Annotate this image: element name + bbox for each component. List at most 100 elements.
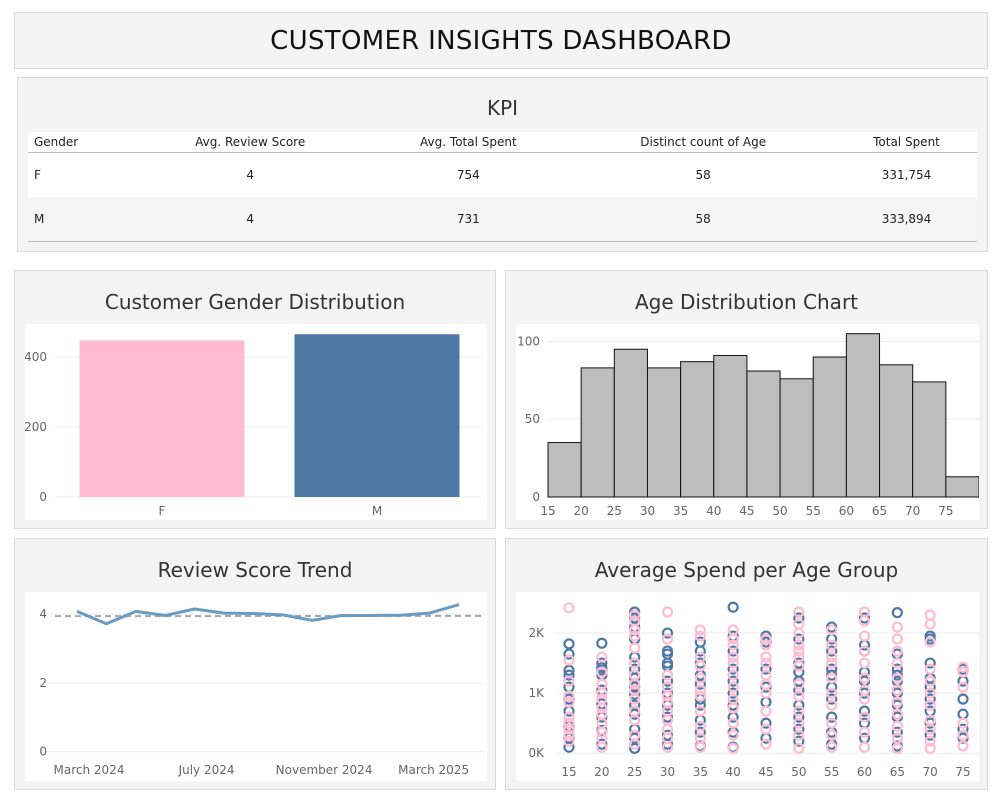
histogram-bar xyxy=(646,367,682,498)
histogram-bar xyxy=(945,476,979,498)
scatter-point xyxy=(924,723,936,735)
scatter-point xyxy=(957,708,969,720)
scatter-point xyxy=(891,633,903,645)
x-tick-label: 60 xyxy=(839,504,854,518)
kpi-cell: 4 xyxy=(134,197,367,242)
scatter-point xyxy=(924,618,936,630)
scatter-point xyxy=(924,699,936,711)
kpi-title: KPI xyxy=(486,96,519,120)
x-tick-label: M xyxy=(372,504,382,518)
scatter-point xyxy=(563,638,575,650)
y-tick-label: 2K xyxy=(528,626,545,640)
x-tick-label: 60 xyxy=(857,765,872,779)
y-tick-label: 2 xyxy=(39,676,47,690)
scatter-point xyxy=(596,637,608,649)
scatter-point xyxy=(661,606,674,618)
dashboard-title-bar: CUSTOMER INSIGHTS DASHBOARD xyxy=(14,12,988,69)
scatter-point xyxy=(694,705,706,717)
histogram-bar xyxy=(713,354,748,498)
scatter-point xyxy=(661,681,674,693)
y-tick-label: 1K xyxy=(528,686,545,700)
kpi-cell: 58 xyxy=(570,197,837,242)
scatter-point xyxy=(957,693,969,705)
scatter-point xyxy=(760,738,772,750)
scatter-point xyxy=(629,642,641,654)
scatter-point xyxy=(858,645,871,657)
x-tick-label: 55 xyxy=(824,765,839,779)
scatter-point xyxy=(727,639,739,651)
review-chart: 0 2 4 March 2024 July 2024 November 2024 March… xyxy=(39,603,486,777)
kpi-col-avg-review: Avg. Review Score xyxy=(134,132,367,153)
scatter-point xyxy=(694,651,706,663)
scatter-point xyxy=(694,720,706,732)
kpi-header-row: Gender Avg. Review Score Avg. Total Spen… xyxy=(28,132,977,153)
scatter-point xyxy=(793,705,805,717)
histogram-bar xyxy=(879,364,914,498)
table-row: F 4 754 58 331,754 xyxy=(28,153,977,198)
scatter-point xyxy=(924,663,936,675)
age-chart-plot: 0 50 100 15 20 25 30 35 40 45 50 55 60 65 70 75 xyxy=(516,324,979,520)
x-tick-label: F xyxy=(159,504,166,518)
y-tick-label: 0 xyxy=(39,745,47,759)
scatter-point xyxy=(563,654,575,666)
age-chart-title: Age Distribution Chart xyxy=(634,290,859,314)
scatter-point xyxy=(760,696,772,708)
x-tick-label: 35 xyxy=(693,765,708,779)
review-chart-plot: 0 2 4 March 2024 July 2024 November 2024 March… xyxy=(25,592,487,781)
histogram-bar xyxy=(912,381,947,498)
spend-chart: 0K 1K 2K 15 20 25 30 35 40 45 50 55 60 65 70 75 xyxy=(528,601,979,779)
kpi-col-gender: Gender xyxy=(28,132,134,153)
scatter-point xyxy=(793,606,805,618)
scatter-point xyxy=(661,669,674,681)
scatter-point xyxy=(629,657,641,669)
x-tick-label: 40 xyxy=(706,504,721,518)
histogram-bar xyxy=(680,361,715,498)
x-tick-label: 50 xyxy=(791,765,806,779)
scatter-point xyxy=(727,717,739,729)
kpi-cell: 333,894 xyxy=(836,197,977,242)
histogram-bar xyxy=(547,442,582,498)
gender-chart-plot: 0 200 400 F M xyxy=(25,324,487,520)
scatter-point xyxy=(826,639,838,651)
x-tick-label: 15 xyxy=(561,765,576,779)
kpi-table: Gender Avg. Review Score Avg. Total Spen… xyxy=(28,132,977,242)
y-tick-label: 200 xyxy=(25,420,47,434)
dashboard-title: CUSTOMER INSIGHTS DASHBOARD xyxy=(270,26,732,56)
scatter-point xyxy=(793,729,805,741)
scatter-point xyxy=(891,621,903,633)
scatter-point xyxy=(629,714,641,726)
scatter-point xyxy=(858,741,871,753)
scatter-point xyxy=(760,657,772,669)
scatter-point xyxy=(858,606,871,618)
gender-chart-panel: Customer Gender Distribution 0 200 400 F M xyxy=(14,270,496,529)
table-row: M 4 731 58 333,894 xyxy=(28,197,977,242)
scatter-point xyxy=(661,723,674,735)
x-tick-label: November 2024 xyxy=(276,763,373,777)
x-tick-label: 65 xyxy=(890,765,905,779)
histogram-bar xyxy=(812,356,847,498)
bar-m xyxy=(294,334,460,497)
x-tick-label: March 2024 xyxy=(54,763,125,777)
scatter-point xyxy=(793,717,805,729)
x-tick-label: 15 xyxy=(540,504,555,518)
scatter-point xyxy=(891,607,903,619)
scatter-point xyxy=(661,705,674,717)
kpi-panel: KPI Gender Avg. Review Score Avg. Total … xyxy=(17,77,988,252)
histogram-bar xyxy=(613,348,648,498)
scatter-point xyxy=(891,720,903,732)
kpi-col-avg-spent: Avg. Total Spent xyxy=(366,132,571,153)
y-tick-label: 50 xyxy=(525,412,540,426)
x-tick-label: 45 xyxy=(739,504,754,518)
x-tick-label: 25 xyxy=(607,504,622,518)
scatter-point xyxy=(858,657,871,669)
scatter-point xyxy=(826,699,838,711)
y-tick-label: 400 xyxy=(25,350,47,364)
x-tick-label: March 2025 xyxy=(398,763,469,777)
kpi-cell: 731 xyxy=(366,197,571,242)
x-tick-label: 30 xyxy=(660,765,675,779)
scatter-point xyxy=(924,609,936,621)
kpi-cell: 754 xyxy=(456,168,480,182)
scatter-point xyxy=(727,669,739,681)
x-tick-label: 75 xyxy=(955,765,970,779)
scatter-point xyxy=(957,717,969,729)
